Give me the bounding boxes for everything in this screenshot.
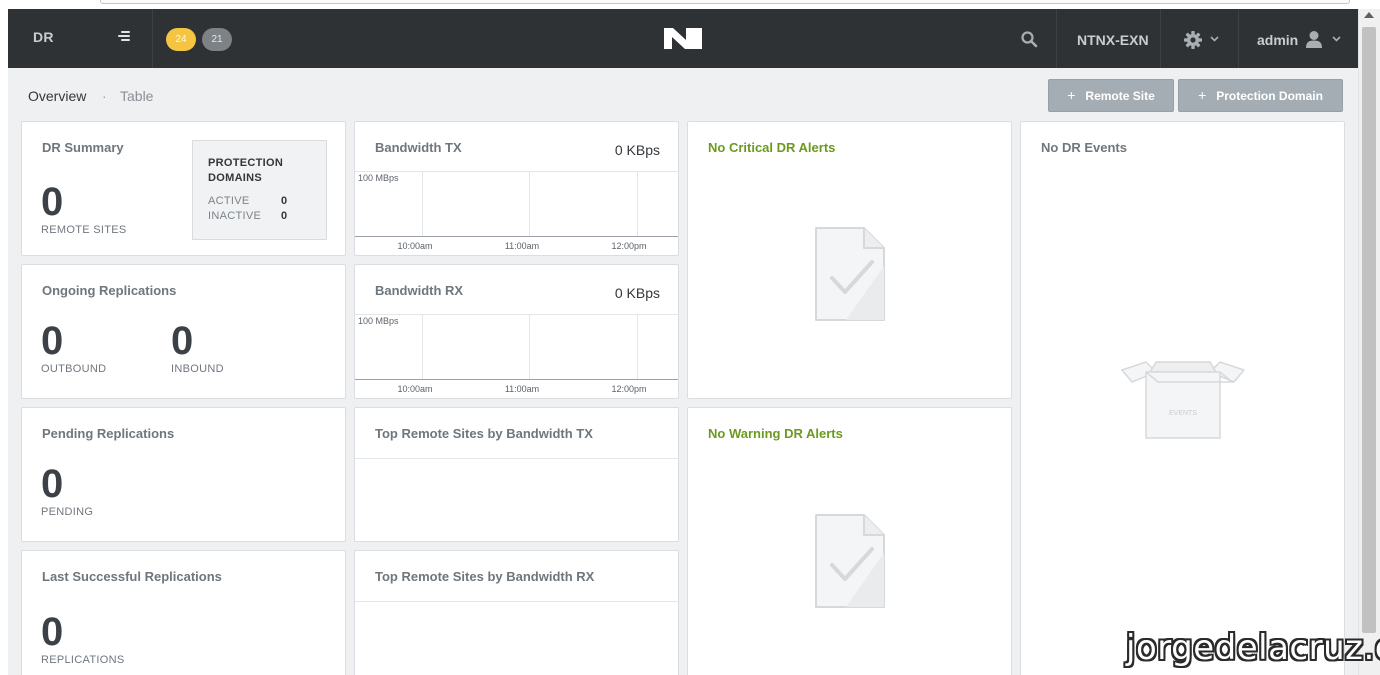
critical-alerts-card[interactable]: No Critical DR Alerts [687,121,1012,399]
card-divider [355,458,678,459]
active-value: 0 [281,195,288,207]
top-header: DR 24 21 NTNX-EXN admin [8,9,1358,68]
add-protection-domain-button[interactable]: + Protection Domain [1178,79,1343,112]
warning-alerts-card[interactable]: No Warning DR Alerts [687,407,1012,675]
header-divider [1160,9,1161,68]
card-title: Top Remote Sites by Bandwidth TX [375,426,593,441]
events-box-label: EVENTS [1169,410,1197,417]
inactive-label: INACTIVE [208,210,262,222]
card-title: Last Successful Replications [42,569,222,584]
gear-icon[interactable] [1183,30,1203,50]
dr-events-card[interactable]: No DR Events EVENTS [1020,121,1345,675]
add-remote-site-button[interactable]: + Remote Site [1048,79,1174,112]
card-title: Bandwidth RX [375,283,464,298]
protection-domains-heading: PROTECTION DOMAINS [208,157,284,184]
address-bar[interactable] [100,0,1350,4]
inbound-count: 0 [171,319,194,363]
remote-sites-count: 0 [41,180,64,224]
card-title: No Warning DR Alerts [708,426,843,441]
replications-count: 0 [41,610,64,654]
header-divider [152,9,153,68]
bandwidth-rx-card[interactable]: Bandwidth RX 0 KBps 100 MBps 10:00am 11:… [354,264,679,399]
x-tick-label: 10:00am [397,384,432,394]
last-successful-replications-card[interactable]: Last Successful Replications 0 REPLICATI… [21,550,346,675]
scroll-thumb[interactable] [1362,27,1376,633]
watermark-text: jorgedelacruz.es [1126,628,1380,668]
tab-separator: · [102,88,107,104]
replications-label: REPLICATIONS [41,654,125,666]
pending-label: PENDING [41,506,94,518]
add-remote-site-label: Remote Site [1085,89,1155,103]
bandwidth-tx-card[interactable]: Bandwidth TX 0 KBps 100 MBps 10:00am 11:… [354,121,679,256]
x-tick-label: 11:00am [505,384,539,394]
card-divider [355,601,678,602]
card-title: Bandwidth TX [375,140,462,155]
ongoing-replications-card[interactable]: Ongoing Replications 0 OUTBOUND 0 INBOUN… [21,264,346,399]
bandwidth-rx-chart[interactable]: 100 MBps 10:00am 11:00am 12:00pm [355,314,678,398]
top-remote-rx-card[interactable]: Top Remote Sites by Bandwidth RX [354,550,679,675]
active-label: ACTIVE [208,195,250,207]
x-tick-label: 12:00pm [611,241,646,251]
remote-sites-label: REMOTE SITES [41,224,127,236]
card-title: DR Summary [42,140,124,155]
menu-icon[interactable] [118,31,132,45]
outbound-count: 0 [41,319,64,363]
inbound-label: INBOUND [171,363,224,375]
x-tick-label: 11:00am [505,241,539,251]
dr-summary-card[interactable]: DR Summary 0 REMOTE SITES PROTECTION DOMA… [21,121,346,256]
card-title: Pending Replications [42,426,175,441]
card-title: Top Remote Sites by Bandwidth RX [375,569,595,584]
pending-count: 0 [41,462,64,506]
browser-chrome [0,0,1380,9]
x-tick-label: 10:00am [397,241,432,251]
vertical-scrollbar[interactable] [1358,9,1380,675]
y-axis-label: 100 MBps [358,316,399,326]
user-name[interactable]: admin [1257,32,1298,48]
tab-overview[interactable]: Overview [28,88,86,104]
header-divider [1238,9,1239,68]
bandwidth-rx-value: 0 KBps [614,285,660,301]
scroll-up-arrow-icon[interactable] [1364,12,1374,18]
outbound-label: OUTBOUND [41,363,107,375]
header-divider [1056,9,1057,68]
top-remote-tx-card[interactable]: Top Remote Sites by Bandwidth TX [354,407,679,542]
section-title: DR [33,29,54,45]
card-title: No Critical DR Alerts [708,140,836,155]
chevron-down-icon[interactable] [1332,36,1341,42]
cluster-name[interactable]: NTNX-EXN [1077,32,1149,48]
dashboard-content: Overview · Table + Remote Site + Protectio… [8,68,1358,675]
plus-icon: + [1198,87,1207,103]
search-icon[interactable] [1020,30,1038,48]
pending-replications-card[interactable]: Pending Replications 0 PENDING [21,407,346,542]
x-tick-label: 12:00pm [611,384,646,394]
chevron-down-icon[interactable] [1210,36,1219,42]
empty-events-box-icon: EVENTS [1121,361,1245,439]
tab-table[interactable]: Table [120,88,153,104]
protection-domains-box[interactable]: PROTECTION DOMAINS ACTIVE 0 INACTIVE 0 [192,140,327,240]
user-icon[interactable] [1305,30,1323,49]
plus-icon: + [1067,87,1076,103]
bandwidth-tx-chart[interactable]: 100 MBps 10:00am 11:00am 12:00pm [355,171,678,255]
y-axis-label: 100 MBps [358,173,399,183]
inactive-value: 0 [281,210,288,222]
nutanix-logo-icon[interactable] [664,28,702,49]
card-title: No DR Events [1041,140,1127,155]
critical-alerts-badge[interactable]: 24 [166,28,196,51]
add-protection-domain-label: Protection Domain [1216,89,1323,103]
bandwidth-tx-value: 0 KBps [614,142,660,158]
warning-alerts-badge[interactable]: 21 [202,28,232,51]
card-title: Ongoing Replications [42,283,177,298]
empty-document-icon [815,227,885,321]
empty-document-icon [815,514,885,608]
